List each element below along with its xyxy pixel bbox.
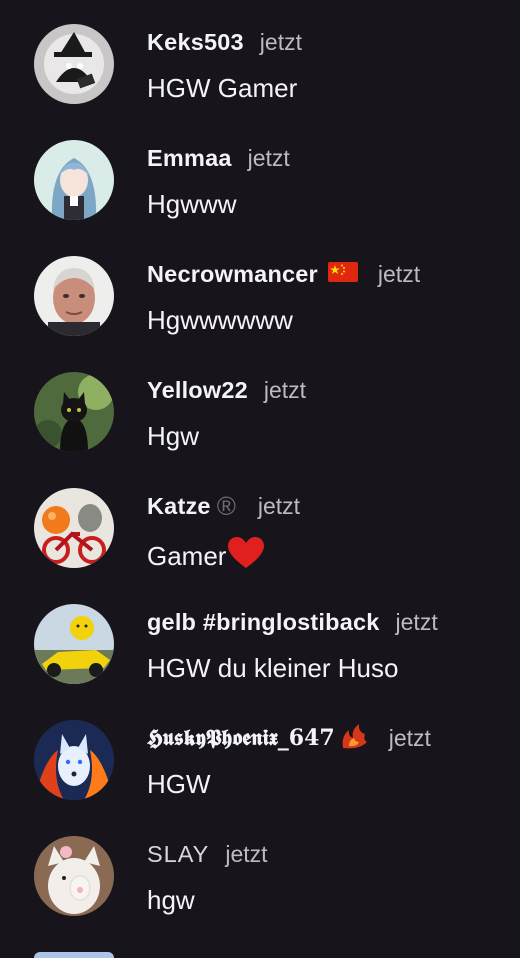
race-car-avatar[interactable]: [34, 604, 114, 684]
comment-item: 𝕳𝖚𝖘𝖐𝖞𝕻𝖍𝖔𝖊𝖓𝖎𝖝_647 jetzt HGW: [0, 696, 520, 812]
comment-item: Katze ® jetzt Gamer: [0, 464, 520, 580]
comment-text: Hgw: [147, 421, 200, 451]
man-portrait-avatar[interactable]: [34, 256, 114, 336]
comment-item: Keks503 jetzt HGW Gamer: [0, 0, 520, 116]
comment-item: Yellow22 jetzt Hgw: [0, 348, 520, 464]
comment-text: HGW du kleiner Huso: [147, 653, 399, 683]
timestamp: jetzt: [388, 724, 431, 751]
timestamp: jetzt: [263, 376, 307, 403]
comment-text-content: Gamer: [147, 541, 227, 571]
timestamp: jetzt: [247, 144, 290, 171]
next-comment-avatar: [34, 952, 114, 958]
comment-text: Gamer: [147, 537, 265, 576]
username[interactable]: Necrowmancer: [147, 261, 318, 288]
username[interactable]: Katze: [147, 493, 211, 520]
timestamp: jetzt: [259, 28, 302, 55]
username[interactable]: Emmaa: [147, 145, 232, 172]
bicycle-animals-avatar[interactable]: [34, 488, 114, 568]
username[interactable]: Keks503: [147, 29, 244, 56]
username[interactable]: 𝕳𝖚𝖘𝖐𝖞𝕻𝖍𝖔𝖊𝖓𝖎𝖝_647: [147, 725, 335, 751]
cat-paw-avatar[interactable]: [34, 836, 114, 916]
registered-sign: ®: [216, 490, 236, 521]
china-flag-emoji: [327, 261, 358, 287]
username[interactable]: gelb #bringlostiback: [147, 609, 380, 636]
timestamp: jetzt: [257, 492, 301, 519]
timestamp: jetzt: [395, 608, 438, 635]
red-heart-emoji: [228, 537, 265, 576]
comment-item: gelb #bringlostiback jetzt HGW du kleine…: [0, 580, 520, 696]
comment-text: Hgwwwwww: [147, 305, 293, 335]
wolf-fire-avatar[interactable]: [34, 720, 114, 800]
timestamp: jetzt: [377, 260, 421, 287]
comment-text: HGW Gamer: [147, 73, 298, 103]
witch-cat-avatar[interactable]: [34, 24, 114, 104]
phoenix-fire-emoji: [339, 722, 369, 755]
comment-item: Necrowmancer jetzt Hgwwwwww: [0, 232, 520, 348]
comment-text: Hgwww: [147, 189, 237, 219]
timestamp: jetzt: [225, 840, 268, 867]
username[interactable]: SLAY: [147, 841, 209, 868]
anime-girl-avatar[interactable]: [34, 140, 114, 220]
comment-item: Emmaa jetzt Hgwww: [0, 116, 520, 232]
black-cat-avatar[interactable]: [34, 372, 114, 452]
comment-item: SLAY jetzt hgw: [0, 812, 520, 928]
comment-text: HGW: [147, 769, 211, 799]
comment-text: hgw: [147, 885, 195, 915]
username[interactable]: Yellow22: [147, 377, 248, 404]
